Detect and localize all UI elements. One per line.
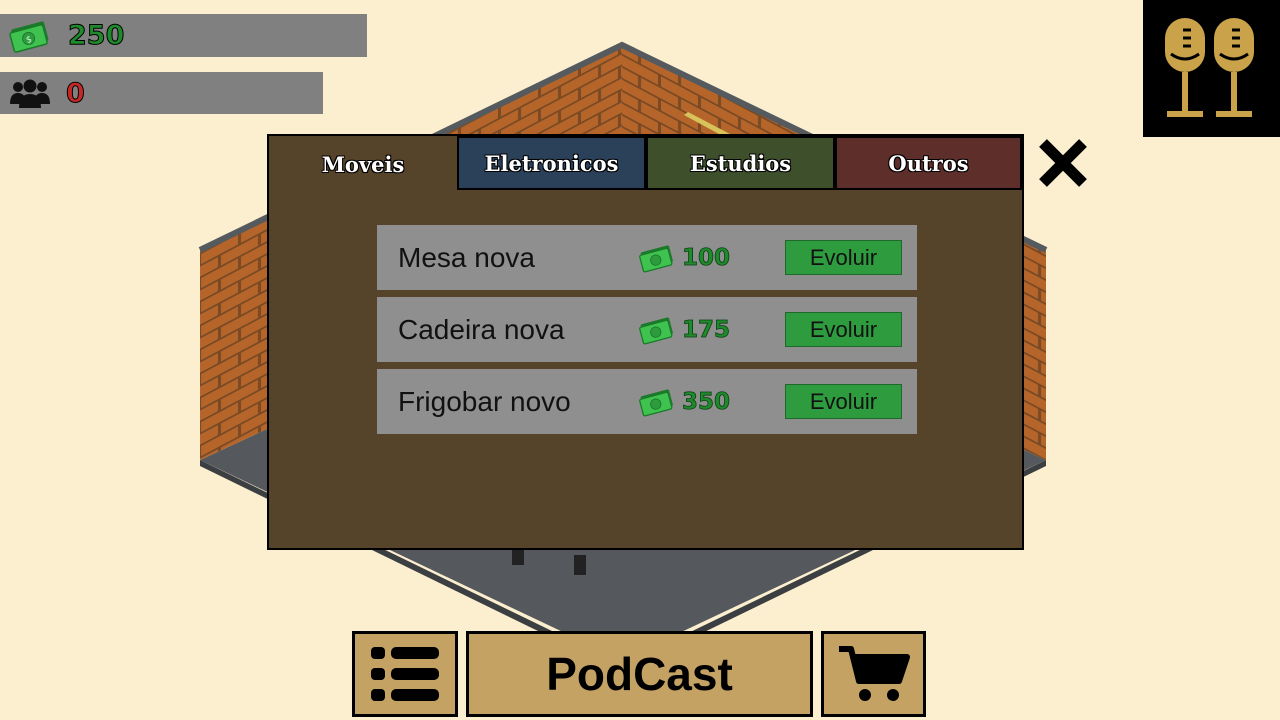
tab-estudios[interactable]: Estudios — [646, 136, 835, 190]
upgrade-dialog: Moveis Eletronicos Estudios Outros Mesa … — [267, 134, 1024, 550]
tab-eletronicos[interactable]: Eletronicos — [457, 136, 646, 190]
listeners-value: 0 — [66, 77, 86, 109]
item-price: 100 — [638, 243, 730, 273]
evolve-button[interactable]: Evoluir — [785, 240, 902, 275]
money-icon — [639, 388, 673, 417]
tab-outros[interactable]: Outros — [835, 136, 1022, 190]
close-icon — [1039, 139, 1087, 187]
microphones-icon — [1165, 18, 1254, 117]
list-item: Frigobar novo 350 Evoluir — [377, 369, 917, 434]
podcast-button[interactable]: PodCast — [466, 631, 813, 717]
item-price-value: 175 — [682, 316, 731, 343]
podcast-logo[interactable] — [1143, 0, 1280, 137]
item-name: Frigobar novo — [398, 385, 571, 417]
money-icon — [639, 244, 673, 273]
money-bar: $ 250 — [0, 14, 367, 57]
evolve-button[interactable]: Evoluir — [785, 384, 902, 419]
listeners-bar: 0 — [0, 72, 323, 114]
tab-moveis[interactable]: Moveis — [269, 136, 457, 192]
list-item: Cadeira nova 175 Evoluir — [377, 297, 917, 362]
shop-button[interactable] — [821, 631, 926, 717]
money-icon: $ — [8, 19, 52, 53]
menu-button[interactable] — [352, 631, 458, 717]
list-item: Mesa nova 100 Evoluir — [377, 225, 917, 290]
category-tabs: Moveis Eletronicos Estudios Outros — [269, 136, 1022, 192]
item-price: 175 — [638, 315, 730, 345]
item-name: Mesa nova — [398, 241, 535, 273]
people-icon — [8, 76, 52, 110]
money-icon — [639, 316, 673, 345]
item-price: 350 — [638, 387, 730, 417]
cart-icon — [838, 646, 910, 701]
money-value: 250 — [67, 20, 125, 52]
item-price-value: 350 — [682, 388, 731, 415]
item-price-value: 100 — [682, 244, 731, 271]
item-name: Cadeira nova — [398, 313, 565, 345]
list-icon — [371, 647, 439, 701]
close-button[interactable] — [1037, 137, 1089, 189]
evolve-button[interactable]: Evoluir — [785, 312, 902, 347]
